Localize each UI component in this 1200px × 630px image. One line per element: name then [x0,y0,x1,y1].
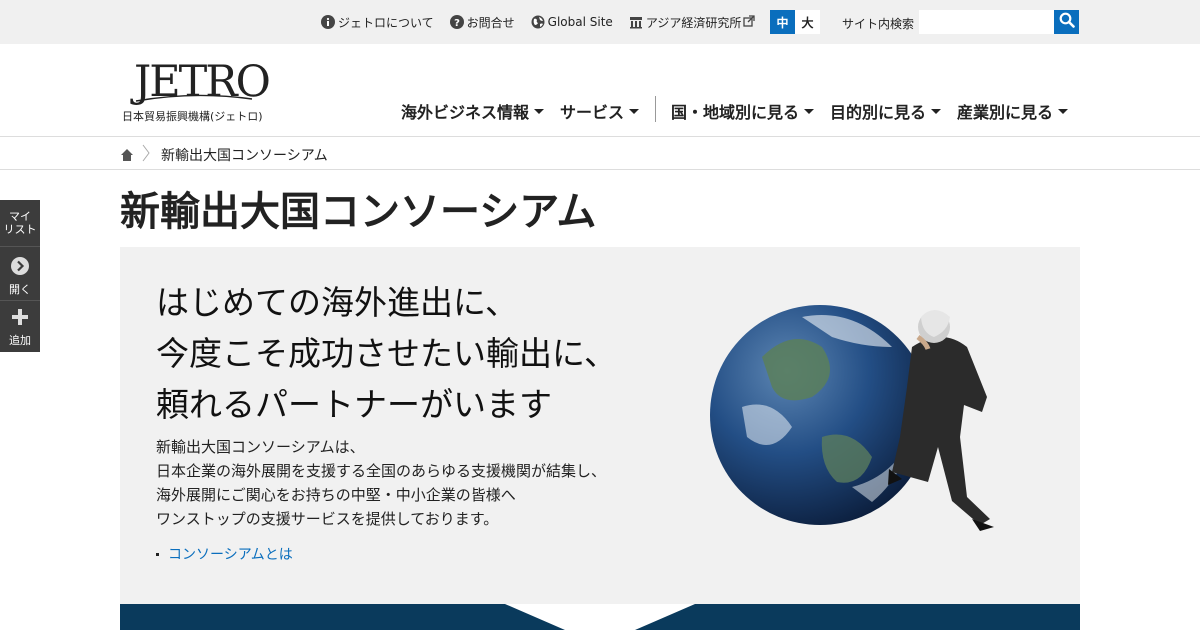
chevron-right-icon [141,144,151,166]
mylist-open-label: 開く [9,283,31,296]
chevron-circle-right-icon [11,257,29,275]
divider [0,246,40,247]
breadcrumb-current: 新輸出大国コンソーシアム [161,148,328,164]
ide-jetro-link[interactable]: アジア経済研究所 [629,14,758,31]
ide-jetro-label: アジア経済研究所 [645,15,742,30]
globe-icon [710,305,930,525]
logo-subtitle: 日本貿易振興機構(ジェトロ) [122,110,263,123]
svg-text:?: ? [454,18,460,29]
nav-by-purpose-label: 目的別に見る [830,103,927,122]
chevron-down-icon [804,108,815,114]
hero-globe-businessman-image [710,305,994,531]
site-search-input[interactable] [919,10,1054,34]
logo-swoosh [135,94,253,102]
nav-services-label: サービス [560,103,625,122]
globe-icon [531,15,545,29]
desc-line-1: 新輸出大国コンソーシアムは、 [156,438,365,456]
contact-link[interactable]: ? お問合せ [449,14,515,31]
nav-by-industry-label: 産業別に見る [957,103,1054,122]
hero-catchphrase: はじめての海外進出に、 今度こそ成功させたい輸出に、 頼れるパートナーがいます [156,277,617,430]
catch-line-3: 頼れるパートナーがいます [156,385,552,424]
question-icon: ? [449,15,464,29]
search-button[interactable] [1054,10,1079,34]
nav-divider [655,96,656,122]
home-icon[interactable] [120,147,134,161]
mylist-add-button[interactable]: 追加 [0,308,40,347]
mylist-title: マイ リスト [0,210,40,236]
section-header-band [120,604,1080,630]
desc-line-2: 日本企業の海外展開を支援する全国のあらゆる支援機関が結集し、 [156,462,607,480]
about-consortium-link[interactable]: コンソーシアムとは [156,544,293,564]
font-size-large-button[interactable]: 大 [795,10,820,34]
desc-line-3: 海外展開にご関心をお持ちの中堅・中小企業の皆様へ [156,486,516,504]
nav-by-region-label: 国・地域別に見る [671,103,800,122]
about-consortium-label: コンソーシアムとは [168,547,293,563]
contact-label: お問合せ [466,15,515,30]
breadcrumb: 新輸出大国コンソーシアム [0,136,1200,170]
mylist-title-line1: マイ [9,210,31,223]
chevron-down-icon [629,108,640,114]
hero-banner: はじめての海外進出に、 今度こそ成功させたい輸出に、 頼れるパートナーがいます … [120,247,1080,604]
hero-description: 新輸出大国コンソーシアムは、 日本企業の海外展開を支援する全国のあらゆる支援機関… [156,435,606,531]
chevron-down-icon [931,108,942,114]
bullet-icon [156,552,159,556]
chevron-down-icon [534,108,545,114]
businessman-figure [888,310,994,531]
plus-icon [12,309,28,325]
mylist-open-button[interactable]: 開く [0,257,40,296]
catch-line-2: 今度こそ成功させたい輸出に、 [156,334,618,373]
mylist-title-line2: リスト [3,223,37,236]
font-size-medium-button[interactable]: 中 [770,10,795,34]
font-size-switcher: 中 大 [770,10,820,34]
nav-overseas-business[interactable]: 海外ビジネス情報 [401,96,545,126]
nav-overseas-business-label: 海外ビジネス情報 [401,103,530,122]
nav-services[interactable]: サービス [560,96,640,126]
jetro-logo[interactable]: JETRO 日本貿易振興機構(ジェトロ) [120,58,271,124]
desc-line-4: ワンストップの支援サービスを提供しております。 [156,510,499,528]
page-title: 新輸出大国コンソーシアム [120,189,597,235]
divider [0,300,40,301]
utility-links: ジェトロについて ? お問合せ Global Site アジア経済研究所 [321,0,773,44]
external-link-icon [743,15,757,29]
nav-by-industry[interactable]: 産業別に見る [957,96,1069,126]
nav-by-purpose[interactable]: 目的別に見る [830,96,942,126]
about-jetro-link[interactable]: ジェトロについて [321,14,434,31]
nav-by-region[interactable]: 国・地域別に見る [671,96,815,126]
chevron-down-icon [1058,108,1069,114]
building-icon [629,15,643,29]
mylist-add-label: 追加 [9,334,31,347]
global-site-label: Global Site [547,15,613,29]
search-icon [1059,12,1075,32]
about-jetro-label: ジェトロについて [338,15,434,30]
utility-bar: ジェトロについて ? お問合せ Global Site アジア経済研究所 中 大 [0,0,1200,44]
catch-line-1: はじめての海外進出に、 [156,283,519,322]
mylist-panel: マイ リスト 開く 追加 [0,200,40,352]
info-icon [321,15,335,29]
search-label: サイト内検索 [842,17,915,31]
global-site-link[interactable]: Global Site [531,15,613,29]
